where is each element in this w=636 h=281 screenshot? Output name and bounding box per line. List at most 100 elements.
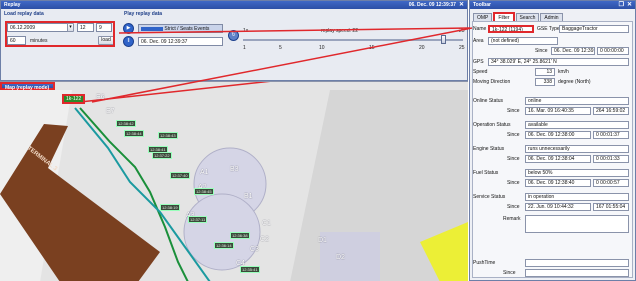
direction-value: 338	[535, 78, 555, 86]
engine-duration: 0 00:01:33	[593, 155, 629, 163]
row-fuel-since: Since 06. Dec. 09 12:38:40 0 00:00:57	[473, 179, 631, 188]
direction-label: Moving Direction	[473, 79, 511, 85]
direction-unit: degree (North)	[558, 79, 591, 85]
row-push-since: Since	[473, 269, 631, 278]
gps-value: 34° 38.029' E, 24° 25.8621' N	[488, 58, 629, 66]
op-since-value: 06. Dec. 09 12:38:00	[525, 131, 591, 139]
row-area: Area (not defined)	[473, 37, 631, 46]
track-events-bar[interactable]: Strict / Seats Events	[138, 24, 223, 33]
name-value[interactable]: 1k-122 (1194)	[488, 25, 534, 33]
engine-since-value: 06. Dec. 09 12:38:04	[525, 155, 591, 163]
push-since-label: Since	[503, 270, 516, 276]
service-label: Service Status	[473, 194, 506, 200]
load-section-title: Load replay data	[4, 11, 44, 17]
vehicle-tag[interactable]: 12:36:14	[214, 242, 234, 249]
restore-icon[interactable]: ❐	[619, 2, 624, 8]
row-direction: Moving Direction 338 degree (North)	[473, 78, 631, 87]
map-canvas[interactable]	[0, 82, 468, 281]
gps-label: GPS	[473, 59, 484, 65]
speed-label: Speed	[473, 69, 488, 75]
row-online-since: Since 16. Mar. 09 16:40:35 264 16:59:02	[473, 107, 631, 116]
op-duration: 0 00:01:37	[593, 131, 629, 139]
type-value[interactable]: BaggageTractor	[559, 25, 629, 33]
play-icon[interactable]: ▶	[123, 23, 134, 34]
push-label: PushTime	[473, 260, 496, 266]
area-value[interactable]: (not defined)	[488, 37, 558, 45]
fuel-value[interactable]: below 50%	[525, 169, 629, 177]
service-value[interactable]: in operation	[525, 193, 629, 201]
engine-value[interactable]: runs unnecessarily	[525, 145, 629, 153]
remark-value[interactable]	[525, 215, 629, 233]
speed-value: 13	[535, 68, 555, 76]
speed-slider-label: 1x	[243, 28, 249, 34]
selected-vehicle[interactable]: 1k-122	[62, 94, 86, 104]
service-since-value: 22. Jun. 09 10:44:32	[525, 203, 591, 211]
service-since-label: Since	[507, 204, 520, 210]
replay-clock: 06. Dec. 09 12:39:37	[408, 2, 456, 8]
map-panel[interactable]: Map (replay mode) 1k-122 TERMINAL 3 E6 E7…	[0, 81, 468, 281]
replay-titlebar: Replay 06. Dec. 09 12:39:37 ✕	[1, 1, 467, 9]
vehicle-tag[interactable]: 12:38:43	[158, 132, 178, 139]
speed-tick: 25	[459, 45, 465, 51]
vehicle-tag[interactable]: 12:37:40	[170, 172, 190, 179]
area-since-label: Since	[535, 48, 548, 54]
engine-since-label: Since	[507, 156, 520, 162]
fuel-since-value: 06. Dec. 09 12:38:40	[525, 179, 591, 187]
toolbar-window: Toolbar ❐ ✕ OMP Filter Search Admin Name 1k…	[469, 0, 636, 281]
vehicle-tag[interactable]: 12:38:19	[160, 204, 180, 211]
replay-title: Replay	[4, 2, 21, 8]
vehicle-tag[interactable]: 12:38:44	[124, 130, 144, 137]
refresh-icon[interactable]: ↻	[228, 30, 239, 41]
vehicle-tag[interactable]: 12:38:42	[116, 120, 136, 127]
vehicle-tag[interactable]: 12:37:11	[188, 216, 208, 223]
speed-tick: 20	[419, 45, 425, 51]
area-label: Area	[473, 38, 484, 44]
gate-label: D2	[336, 254, 345, 261]
toolbar-close-icon[interactable]: ✕	[627, 2, 632, 8]
row-name: Name 1k-122 (1194) GSE Type BaggageTract…	[473, 25, 631, 34]
online-value[interactable]: online	[525, 97, 629, 105]
row-remark: Remark	[473, 215, 631, 233]
fuel-since-label: Since	[507, 180, 520, 186]
row-service: Service Status in operation	[473, 193, 631, 202]
push-since-value	[525, 269, 629, 277]
replay-window: Replay 06. Dec. 09 12:39:37 ✕ Load repla…	[0, 0, 468, 81]
vehicle-tag[interactable]: 12:38:45	[194, 188, 214, 195]
close-icon[interactable]: ✕	[459, 2, 464, 8]
area-since-value: 06. Dec. 09 12:39:41	[551, 47, 595, 55]
gate-label: E6	[96, 94, 105, 101]
name-label: Name	[473, 26, 487, 32]
online-duration: 264 16:59:02	[593, 107, 629, 115]
vehicle-tag[interactable]: 12:36:38	[230, 232, 250, 239]
track-caption: Strict / Seats Events	[164, 26, 210, 32]
online-since-label: Since	[507, 108, 520, 114]
push-value[interactable]	[525, 259, 629, 267]
gate-label: C1	[262, 220, 271, 227]
speed-max-label: 25	[459, 28, 465, 34]
row-op: Operation Status available	[473, 121, 631, 130]
speed-tick: 1	[243, 45, 246, 51]
vehicle-tag[interactable]: 12:35:41	[240, 266, 260, 273]
gate-label: B1	[244, 193, 253, 200]
row-gps: GPS 34° 38.029' E, 24° 25.8621' N	[473, 58, 631, 67]
speed-slider-track[interactable]	[243, 39, 463, 41]
area-duration: 0 00:00:00	[597, 47, 629, 55]
row-push: PushTime	[473, 259, 631, 268]
row-engine-since: Since 06. Dec. 09 12:38:04 0 00:01:33	[473, 155, 631, 164]
speed-tick: 5	[279, 45, 282, 51]
track-progress	[141, 26, 163, 31]
row-op-since: Since 06. Dec. 09 12:38:00 0 00:01:37	[473, 131, 631, 140]
toolbar-titlebar: Toolbar ❐ ✕	[470, 1, 635, 9]
op-label: Operation Status	[473, 122, 511, 128]
speed-slider-thumb[interactable]	[441, 35, 446, 44]
service-duration: 167 01:55:04	[593, 203, 629, 211]
gate-label: C2	[260, 236, 269, 243]
replay-speed-label: replay speed: 22	[321, 28, 358, 34]
speed-tick: 15	[369, 45, 375, 51]
gate-label: C3	[250, 246, 259, 253]
vehicle-tag[interactable]: 12:37:22	[152, 152, 172, 159]
row-area-since: Since 06. Dec. 09 12:39:41 0 00:00:00	[473, 47, 631, 56]
op-value[interactable]: available	[525, 121, 629, 129]
play-section-title: Play replay data	[124, 11, 163, 17]
pause-icon[interactable]: ‖	[123, 36, 134, 47]
